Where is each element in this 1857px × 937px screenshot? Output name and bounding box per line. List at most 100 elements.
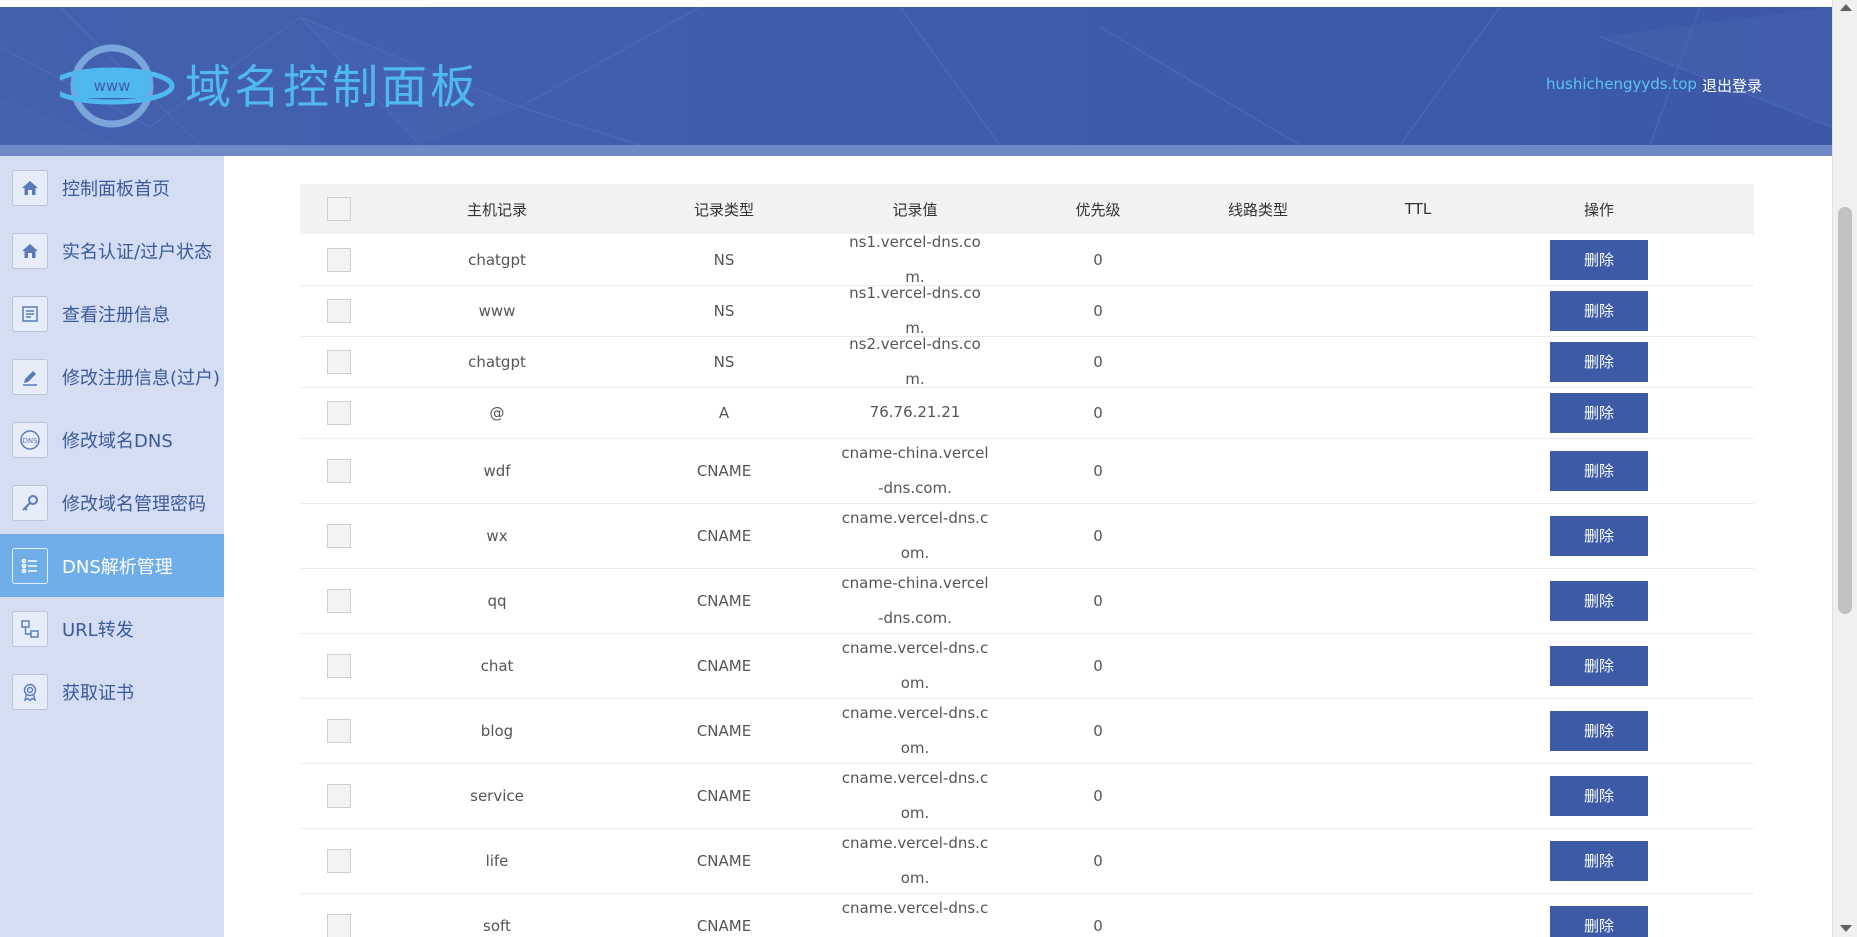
cell-ttl xyxy=(1318,568,1518,633)
row-checkbox[interactable] xyxy=(327,523,351,548)
row-checkbox[interactable] xyxy=(327,718,351,743)
cell-line xyxy=(1198,633,1318,698)
scrollbar-thumb[interactable] xyxy=(1838,207,1852,614)
delete-button[interactable]: 删除 xyxy=(1550,775,1648,816)
sidebar-item-certificate[interactable]: 获取证书 xyxy=(0,660,224,723)
cell-priority: 0 xyxy=(1093,461,1103,480)
cell-type: CNAME xyxy=(696,916,752,935)
cell-type: CNAME xyxy=(696,851,752,870)
sidebar-item-label: URL转发 xyxy=(62,619,134,641)
scroll-up-arrow-icon[interactable] xyxy=(1840,4,1852,11)
scroll-down-arrow-icon[interactable] xyxy=(1840,925,1852,932)
cell-value: cname.vercel-dns.com. xyxy=(841,638,989,692)
header-ttl: TTL xyxy=(1404,200,1432,218)
table-header: 主机记录 记录类型 记录值 优先级 线路类型 TTL 操作 xyxy=(300,184,1754,234)
header-type: 记录类型 xyxy=(693,200,754,219)
vertical-scrollbar[interactable] xyxy=(1832,0,1857,937)
cell-host: chat xyxy=(480,656,514,675)
sidebar-item-dns-management[interactable]: DNS解析管理 xyxy=(0,534,224,597)
row-checkbox[interactable] xyxy=(327,400,351,425)
delete-button[interactable]: 删除 xyxy=(1550,290,1648,331)
row-checkbox[interactable] xyxy=(327,298,351,323)
cell-line xyxy=(1198,568,1318,633)
cell-line xyxy=(1198,828,1318,893)
row-checkbox[interactable] xyxy=(327,653,351,678)
cell-value: cname.vercel-dns.co xyxy=(841,898,989,937)
row-checkbox[interactable] xyxy=(327,458,351,483)
cell-priority: 0 xyxy=(1093,403,1103,422)
delete-button[interactable]: 删除 xyxy=(1550,840,1648,881)
row-checkbox[interactable] xyxy=(327,783,351,808)
delete-button[interactable]: 删除 xyxy=(1550,645,1648,686)
row-checkbox[interactable] xyxy=(327,913,351,937)
cell-priority: 0 xyxy=(1093,591,1103,610)
delete-button[interactable]: 删除 xyxy=(1550,392,1648,433)
cell-ttl xyxy=(1318,438,1518,503)
cell-ttl xyxy=(1318,893,1518,937)
table-row: @ A 76.76.21.21 0 删除 xyxy=(300,387,1754,439)
cell-priority: 0 xyxy=(1093,916,1103,935)
sidebar-item-edit-password[interactable]: 修改域名管理密码 xyxy=(0,471,224,534)
cell-host: qq xyxy=(487,591,507,610)
cell-value: cname-china.vercel-dns.com. xyxy=(841,573,989,627)
sidebar-item-view-registration[interactable]: 查看注册信息 xyxy=(0,282,224,345)
cell-priority: 0 xyxy=(1093,656,1103,675)
table-row: chatgpt NS ns2.vercel-dns.com. 0 删除 xyxy=(300,335,1754,388)
row-checkbox[interactable] xyxy=(327,588,351,613)
delete-button[interactable]: 删除 xyxy=(1550,341,1648,382)
header-priority: 优先级 xyxy=(1075,200,1121,219)
table-row: qq CNAME cname-china.vercel-dns.com. 0 删除 xyxy=(300,568,1754,634)
sidebar-item-label: 查看注册信息 xyxy=(62,304,170,326)
cell-type: NS xyxy=(713,352,735,371)
delete-button[interactable]: 删除 xyxy=(1550,515,1648,556)
delete-button[interactable]: 删除 xyxy=(1550,239,1648,280)
cell-type: CNAME xyxy=(696,656,752,675)
header-line-type: 线路类型 xyxy=(1227,200,1288,219)
sidebar-item-home[interactable]: 控制面板首页 xyxy=(0,156,224,219)
cell-type: NS xyxy=(713,301,735,320)
row-checkbox[interactable] xyxy=(327,848,351,873)
cell-ttl xyxy=(1318,828,1518,893)
dns-record-panel: 主机记录 记录类型 记录值 优先级 线路类型 TTL 操作 chatgpt NS n… xyxy=(224,156,1832,937)
document-icon xyxy=(12,295,48,332)
cell-ttl xyxy=(1318,763,1518,828)
cell-host: blog xyxy=(480,721,514,740)
cell-ttl xyxy=(1318,234,1518,285)
row-checkbox[interactable] xyxy=(327,247,351,272)
cell-line xyxy=(1198,336,1318,387)
certificate-icon xyxy=(12,673,48,710)
logout-link[interactable]: 退出登录 xyxy=(1702,75,1762,96)
delete-button[interactable]: 删除 xyxy=(1550,580,1648,621)
sidebar-item-edit-registration[interactable]: 修改注册信息(过户) xyxy=(0,345,224,408)
cell-ttl xyxy=(1318,387,1518,438)
delete-button[interactable]: 删除 xyxy=(1550,450,1648,491)
cell-line xyxy=(1198,763,1318,828)
select-all-checkbox[interactable] xyxy=(327,197,351,221)
cell-type: A xyxy=(718,403,730,422)
sidebar-item-edit-dns[interactable]: DNS 修改域名DNS xyxy=(0,408,224,471)
cell-host: wdf xyxy=(483,461,511,480)
sidebar-item-verification[interactable]: 实名认证/过户状态 xyxy=(0,219,224,282)
cell-ttl xyxy=(1318,285,1518,336)
table-row: wx CNAME cname.vercel-dns.com. 0 删除 xyxy=(300,503,1754,569)
cell-value: cname.vercel-dns.com. xyxy=(841,768,989,822)
cell-host: chatgpt xyxy=(468,352,526,371)
delete-button[interactable]: 删除 xyxy=(1550,905,1648,937)
sidebar-item-url-forward[interactable]: URL转发 xyxy=(0,597,224,660)
cell-line xyxy=(1198,234,1318,285)
dns-icon: DNS xyxy=(12,421,48,458)
www-globe-logo: www xyxy=(60,44,175,128)
header-actions: 操作 xyxy=(1583,200,1614,219)
cell-priority: 0 xyxy=(1093,301,1103,320)
cell-type: CNAME xyxy=(696,461,752,480)
row-checkbox[interactable] xyxy=(327,349,351,374)
delete-button[interactable]: 删除 xyxy=(1550,710,1648,751)
user-domain-link[interactable]: hushichengyyds.top xyxy=(1546,75,1697,93)
cell-value: 76.76.21.21 xyxy=(869,403,961,421)
cell-ttl xyxy=(1318,633,1518,698)
network-icon xyxy=(12,610,48,647)
cell-host: life xyxy=(485,851,509,870)
sidebar: 控制面板首页 实名认证/过户状态 查看注册信息 修改注册信息(过户) DNS 修… xyxy=(0,156,224,937)
cell-value: cname.vercel-dns.com. xyxy=(841,703,989,757)
pencil-icon xyxy=(12,358,48,395)
